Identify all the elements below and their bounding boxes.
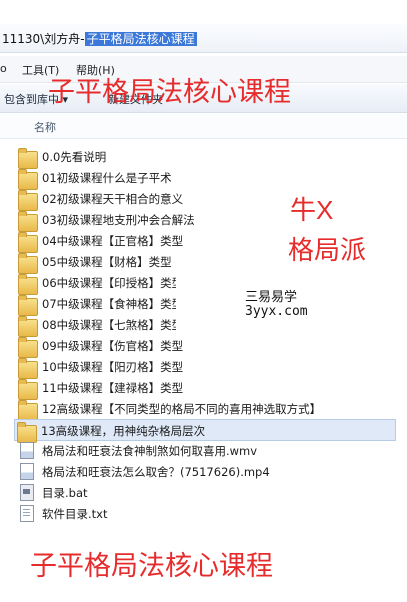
list-item[interactable]: 0.0先看说明 — [16, 146, 391, 169]
list-item[interactable]: 02初级课程天干相合的意义 — [16, 188, 391, 211]
overlay-title-bottom: 子平格局法核心课程 — [30, 551, 273, 581]
file-name: 02初级课程天干相合的意义 — [42, 192, 184, 206]
file-name: 08中级课程【七煞格】类型 — [42, 318, 184, 332]
overlay-title-top: 子平格局法核心课程 — [48, 77, 291, 107]
list-item[interactable]: 目录.bat — [16, 482, 391, 502]
file-name: 软件目录.txt — [42, 507, 108, 521]
column-header-name[interactable]: 名称 — [34, 119, 56, 135]
file-name: 07中级课程【食神格】类型 — [42, 297, 184, 311]
file-name: 10中级课程【阳刃格】类型 — [42, 360, 184, 374]
video-file-icon — [20, 442, 34, 459]
text-file-icon — [20, 505, 34, 522]
watermark-cn-text: 三易易学 — [245, 290, 298, 305]
list-item-selected[interactable]: 13高级课程，用神纯杂格局层次 — [14, 419, 396, 443]
watermark-url-text: 3yyx.com — [245, 304, 308, 319]
file-name: 0.0先看说明 — [42, 150, 107, 164]
list-item[interactable]: 01初级课程什么是子平术 — [16, 167, 391, 190]
file-name: 03初级课程地支刑冲会合解法 — [42, 213, 195, 227]
file-name: 11中级课程【建禄格】类型 — [42, 381, 184, 395]
file-name: 04中级课程【正官格】类型 — [42, 234, 184, 248]
file-name: 格局法和旺衰法食神制煞如何取喜用.wmv — [42, 444, 258, 458]
address-prefix: 11130\刘方舟- — [2, 32, 85, 46]
overlay-side-line1: 牛X — [290, 195, 334, 225]
file-name: 01初级课程什么是子平术 — [42, 171, 172, 185]
column-header: 名称 — [0, 114, 407, 139]
file-name: 06中级课程【印授格】类型 — [42, 276, 184, 290]
list-item[interactable]: 09中级课程【伤官格】类型 — [16, 335, 391, 358]
list-item[interactable]: 格局法和旺衰法怎么取舍？(7517626).mp4 — [16, 461, 391, 481]
file-name: 09中级课程【伤官格】类型 — [42, 339, 184, 353]
file-name: 12高级课程【不同类型的格局不同的喜用神选取方式】 — [42, 402, 322, 416]
list-item[interactable]: 03初级课程地支刑冲会合解法 — [16, 209, 391, 232]
file-name: 05中级课程【财格】类型 — [42, 255, 172, 269]
batch-file-icon — [20, 484, 34, 501]
video-file-icon — [20, 463, 34, 480]
list-item[interactable]: 软件目录.txt — [16, 503, 391, 523]
file-name: 13高级课程，用神纯杂格局层次 — [41, 424, 206, 438]
file-name: 格局法和旺衰法怎么取舍？(7517626).mp4 — [42, 465, 270, 479]
overlay-side-line2: 格局派 — [288, 235, 367, 265]
file-name: 目录.bat — [42, 486, 88, 500]
address-selected-text: 子平格局法核心课程 — [84, 32, 197, 46]
menu-item-partial[interactable]: o — [0, 62, 7, 75]
address-bar[interactable]: 11130\刘方舟- 子平格局法核心课程 — [0, 24, 407, 53]
list-item[interactable]: 11中级课程【建禄格】类型 — [16, 377, 391, 400]
address-path[interactable]: 11130\刘方舟- 子平格局法核心课程 — [2, 30, 197, 47]
list-item[interactable]: 12高级课程【不同类型的格局不同的喜用神选取方式】 — [16, 398, 391, 421]
list-item[interactable]: 格局法和旺衰法食神制煞如何取喜用.wmv — [16, 440, 391, 460]
list-item[interactable]: 10中级课程【阳刃格】类型 — [16, 356, 391, 379]
